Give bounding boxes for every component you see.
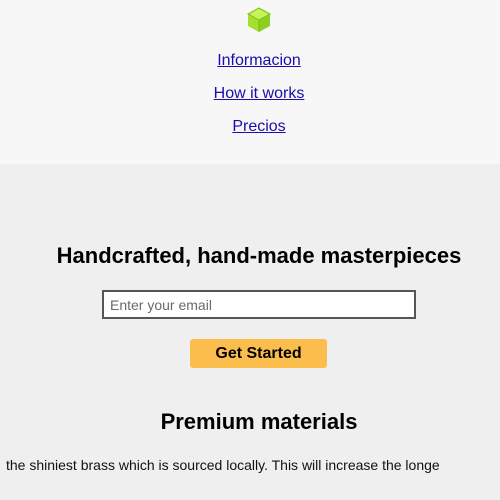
site-header: Informacion How it works Precios [0,0,500,164]
email-input[interactable] [102,290,416,319]
cube-icon[interactable] [245,6,273,34]
nav-link-informacion[interactable]: Informacion [0,52,500,70]
hero-title: Handcrafted, hand-made masterpieces [56,243,462,268]
feature-title: Premium materials [160,409,358,434]
get-started-button[interactable]: Get Started [190,339,327,368]
nav-link-precios[interactable]: Precios [0,118,500,136]
nav-link-how-it-works[interactable]: How it works [0,85,500,103]
feature-text: the shiniest brass which is sourced loca… [6,457,440,473]
